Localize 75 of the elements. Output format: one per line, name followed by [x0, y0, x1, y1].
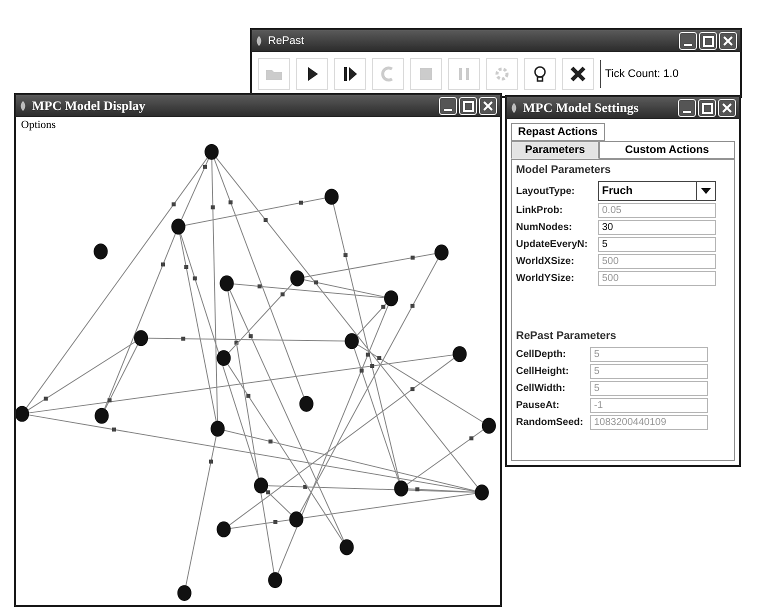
- minimize-button[interactable]: [439, 97, 457, 115]
- field-label: UpdateEveryN:: [516, 239, 589, 250]
- maximize-button[interactable]: [699, 32, 717, 50]
- graph-node: [268, 572, 282, 588]
- play-button[interactable]: [296, 58, 328, 90]
- field-label: CellHeight:: [516, 366, 570, 377]
- graph-node: [290, 270, 304, 286]
- maximize-icon: [702, 102, 712, 114]
- graph-node: [434, 244, 449, 260]
- graph-node: [344, 333, 359, 350]
- field-label: LayoutType:: [516, 186, 576, 196]
- graph-node: [324, 188, 339, 205]
- text-field[interactable]: 5: [598, 237, 716, 252]
- graph-node: [216, 350, 231, 366]
- tab[interactable]: Repast Actions: [511, 123, 605, 141]
- maximize-button[interactable]: [698, 99, 716, 117]
- graph-node: [177, 585, 192, 602]
- text-field[interactable]: 30: [598, 220, 716, 235]
- graph-node: [134, 330, 148, 346]
- group-title: Model Parameters: [516, 164, 612, 176]
- minimize-icon: [684, 44, 692, 46]
- graph-node: [289, 511, 304, 528]
- field-label: PauseAt:: [516, 400, 560, 411]
- maximize-icon: [462, 100, 474, 112]
- graph-node: [299, 396, 314, 412]
- close-icon: [483, 101, 493, 111]
- graph-node: [452, 346, 467, 362]
- graph-node: [394, 480, 408, 496]
- graph-node: [204, 144, 219, 160]
- field-label: NumNodes:: [516, 222, 574, 233]
- close-icon: [723, 36, 733, 46]
- field-label: WorldXSize:: [516, 256, 576, 267]
- minimize-icon: [683, 111, 691, 113]
- tick-count: Tick Count: 1.0: [600, 60, 734, 88]
- graph-node: [94, 408, 109, 424]
- graph-node: [254, 478, 268, 494]
- layout-dropdown[interactable]: Fruch: [598, 181, 716, 201]
- minimize-icon: [444, 109, 452, 111]
- maximize-button[interactable]: [459, 97, 477, 115]
- app-icon: [19, 100, 27, 112]
- graph-node: [384, 290, 398, 306]
- exit-button[interactable]: [562, 58, 594, 90]
- tab[interactable]: Parameters: [511, 141, 599, 159]
- field-label: LinkProb:: [516, 205, 564, 216]
- graph-node: [210, 420, 225, 437]
- dropdown-arrow-icon: [701, 188, 711, 194]
- graph-node: [474, 484, 489, 500]
- field-label: WorldYSize:: [516, 273, 576, 284]
- window-title: RePast: [268, 35, 306, 47]
- group-title: RePast Parameters: [516, 330, 618, 342]
- graph-node: [16, 406, 30, 422]
- minimize-button[interactable]: [678, 99, 696, 117]
- graph-node: [216, 521, 231, 538]
- graph-node: [94, 244, 108, 260]
- minimize-button[interactable]: [679, 32, 697, 50]
- field-label: CellDepth:: [516, 349, 567, 360]
- graph-node: [220, 275, 234, 292]
- maximize-icon: [702, 36, 714, 46]
- close-button[interactable]: [719, 32, 737, 50]
- step-button[interactable]: [334, 58, 366, 90]
- lightbulb-button[interactable]: [524, 58, 556, 90]
- app-icon: [510, 102, 518, 114]
- window-title: MPC Model Display: [32, 98, 146, 114]
- close-button[interactable]: [718, 99, 736, 117]
- graph-node: [482, 418, 496, 434]
- app-icon: [255, 35, 263, 47]
- graph-node: [171, 218, 186, 235]
- field-label: RandomSeed:: [516, 417, 584, 428]
- graph-node: [340, 539, 354, 556]
- close-icon: [722, 103, 732, 113]
- tab[interactable]: Custom Actions: [599, 141, 735, 159]
- close-button[interactable]: [479, 97, 497, 115]
- options-menu[interactable]: Options: [21, 119, 56, 131]
- field-label: CellWidth:: [516, 383, 566, 394]
- window-title: MPC Model Settings: [523, 100, 640, 116]
